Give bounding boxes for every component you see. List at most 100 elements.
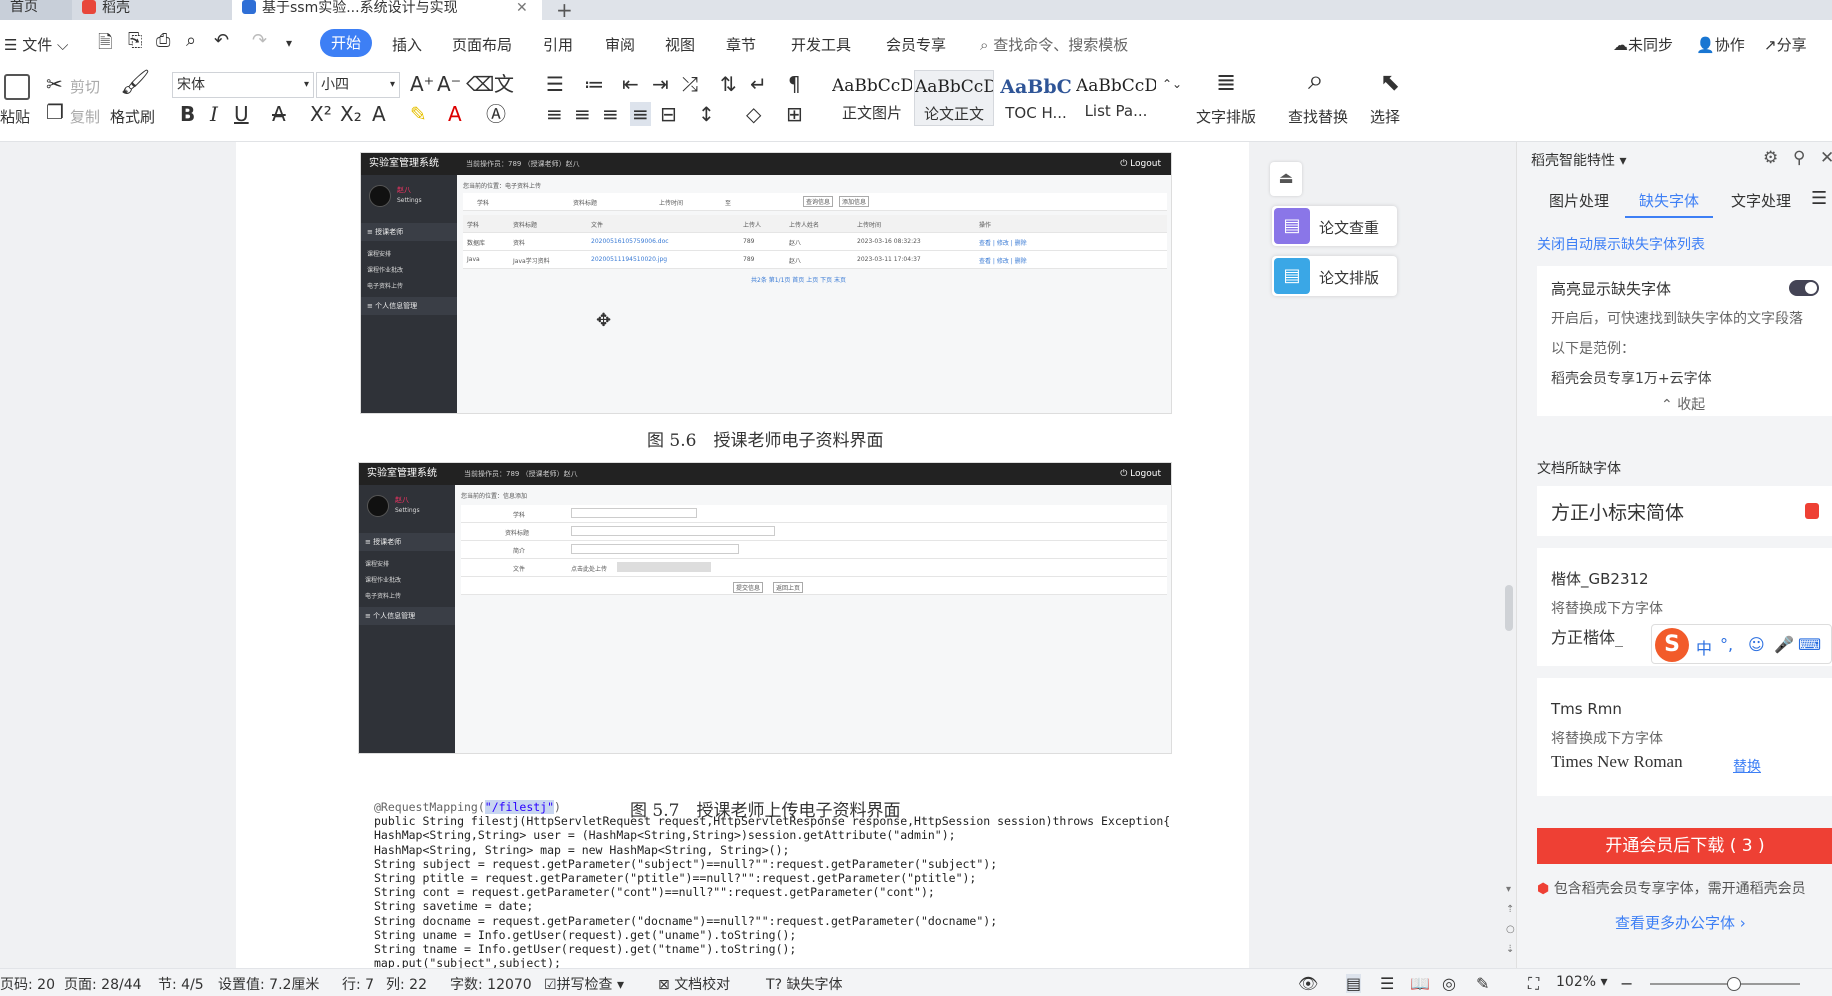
zoom-slider-handle[interactable] [1727, 977, 1741, 991]
missing-font-item[interactable]: 方正小标宋简体 [1537, 486, 1832, 536]
menu-file[interactable]: ☰ 文件 ⌵ [4, 34, 68, 55]
text-layout-button[interactable]: 文字排版 [1196, 106, 1256, 127]
save-icon[interactable]: 🗎 [98, 30, 112, 60]
status-words[interactable]: 字数: 12070 [450, 974, 532, 994]
copy-button[interactable]: 复制 [70, 106, 100, 127]
proofread-button[interactable]: ⊠ 文档校对 [658, 974, 730, 994]
style-image-body[interactable]: AaBbCcDd 正文图片 [832, 70, 912, 126]
zoom-select[interactable]: 102% ▾ [1556, 974, 1608, 990]
shrink-font-icon[interactable]: A⁻ [437, 74, 461, 94]
eye-protect-icon[interactable]: 👁 [1298, 974, 1318, 993]
bold-icon[interactable]: B [180, 104, 195, 124]
text-direction-icon[interactable]: ⤮ [682, 74, 698, 94]
line-break-icon[interactable]: ↵ [750, 74, 767, 94]
status-page[interactable]: 页面: 28/44 [64, 974, 142, 994]
share-button[interactable]: ↗分享 [1764, 34, 1807, 55]
shading-icon[interactable]: ◇ [746, 104, 761, 124]
menu-start[interactable]: 开始 [320, 29, 372, 57]
styles-scroll-icon[interactable]: ⌃⌄ [1162, 74, 1182, 94]
font-color-icon[interactable]: A [448, 104, 462, 124]
highlight-icon[interactable]: ✎ [410, 104, 427, 124]
menu-review[interactable]: 审阅 [605, 34, 635, 55]
font-name-select[interactable]: 宋体 ▾ [172, 72, 314, 98]
distribute-icon[interactable]: ⊟ [660, 104, 677, 124]
align-right-icon[interactable]: ≡ [602, 104, 619, 124]
fit-page-icon[interactable]: ⛶ [1528, 974, 1539, 994]
export-icon[interactable]: ⎘ [128, 30, 142, 51]
menu-page-layout[interactable]: 页面布局 [452, 34, 512, 55]
download-fonts-button[interactable]: 开通会员后下载 ( 3 ) [1537, 828, 1832, 864]
collab-button[interactable]: 👤协作 [1696, 34, 1745, 55]
sync-button[interactable]: ☁未同步 [1613, 34, 1673, 55]
tab-image-processing[interactable]: 图片处理 [1549, 190, 1609, 211]
format-painter-button[interactable]: 格式刷 [110, 106, 155, 127]
subscript-icon[interactable]: X₂ [340, 104, 362, 124]
missing-font-item[interactable]: Tms Rmn 将替换成下方字体 Times New Roman 替换 [1537, 678, 1832, 796]
bullet-list-icon[interactable]: ☰ [546, 74, 564, 94]
superscript-icon[interactable]: X² [310, 104, 332, 124]
paste-icon[interactable] [4, 74, 30, 100]
status-page-code[interactable]: 页码: 20 [0, 974, 55, 994]
cut-button[interactable]: 剪切 [70, 76, 100, 97]
decrease-indent-icon[interactable]: ⇤ [622, 74, 639, 94]
align-left-icon[interactable]: ≡ [546, 104, 563, 124]
replace-button[interactable]: 替换 [1733, 756, 1761, 776]
find-replace-button[interactable]: 查找替换 [1288, 106, 1348, 127]
collapse-float-button[interactable]: ⏏ [1270, 162, 1302, 196]
thesis-layout-button[interactable]: ▤ 论文排版 [1272, 256, 1397, 296]
command-search[interactable]: ⌕ 查找命令、搜索模板 [980, 34, 1128, 55]
menu-chapter[interactable]: 章节 [726, 34, 756, 55]
panel-title[interactable]: 稻壳智能特性 ▾ [1531, 150, 1626, 170]
read-view-icon[interactable]: 📖 [1410, 974, 1430, 993]
font-size-select[interactable]: 小四 ▾ [316, 72, 400, 98]
zoom-out-icon[interactable]: − [1620, 974, 1633, 993]
justify-icon[interactable]: ≡ [630, 102, 651, 126]
style-list-paragraph[interactable]: AaBbCcD List Pa... [1076, 70, 1156, 126]
redo-icon[interactable]: ↷ [252, 30, 267, 51]
outline-view-icon[interactable]: ☰ [1380, 974, 1394, 993]
close-panel-icon[interactable]: ✕ [1820, 148, 1832, 168]
select-button[interactable]: 选择 [1370, 106, 1400, 127]
ime-toolbar[interactable]: S 中 °, ☺ 🎤 ⌨ [1651, 624, 1832, 664]
close-auto-show-link[interactable]: 关闭自动展示缺失字体列表 [1537, 234, 1705, 254]
highlight-toggle[interactable] [1789, 280, 1819, 296]
tab-text-processing[interactable]: 文字处理 [1731, 190, 1791, 211]
number-list-icon[interactable]: ≔ [584, 74, 604, 94]
pen-icon[interactable]: ✎ [1476, 974, 1489, 993]
code-block[interactable]: @RequestMapping("/filestj") public String… [374, 800, 1234, 968]
line-spacing-icon[interactable]: ↕ [698, 104, 715, 124]
style-toc-heading[interactable]: AaBbC TOC H... [996, 70, 1076, 126]
menu-developer[interactable]: 开发工具 [791, 34, 851, 55]
pinyin-icon[interactable]: 文 [494, 74, 514, 94]
keyboard-icon[interactable]: ⌨ [1798, 635, 1821, 654]
tab-document[interactable]: 基于ssm实验...系统设计与实现 [232, 0, 542, 20]
ime-language[interactable]: 中 [1696, 635, 1712, 659]
microphone-icon[interactable]: 🎤 [1774, 635, 1794, 654]
emoji-icon[interactable]: ☺ [1748, 635, 1765, 654]
scroll-nav-icons[interactable]: ▾ ⇡ ○ ⇣ [1506, 880, 1515, 960]
print-icon[interactable]: ⎙ [156, 30, 170, 51]
underline-icon[interactable]: U [234, 104, 249, 124]
gear-icon[interactable]: ⚙ [1763, 148, 1778, 168]
pin-icon[interactable]: ⚲ [1793, 148, 1805, 168]
menu-member[interactable]: 会员专享 [886, 34, 946, 55]
tab-missing-fonts[interactable]: 缺失字体 [1639, 190, 1699, 211]
grow-font-icon[interactable]: A⁺ [410, 74, 434, 94]
strikethrough-icon[interactable]: A [272, 104, 286, 124]
quick-access-dropdown-icon[interactable]: ▾ [286, 36, 292, 50]
zoom-slider[interactable] [1650, 983, 1800, 985]
align-center-icon[interactable]: ≡ [574, 104, 591, 124]
char-border-icon[interactable]: Ⓐ [486, 104, 506, 124]
collapse-link[interactable]: ⌃ 收起 [1661, 394, 1705, 414]
menu-view[interactable]: 视图 [665, 34, 695, 55]
borders-icon[interactable]: ⊞ [786, 104, 803, 124]
spell-check-button[interactable]: ☑拼写检查 ▾ [544, 974, 624, 994]
menu-insert[interactable]: 插入 [392, 34, 422, 55]
more-fonts-link[interactable]: 查看更多办公字体 › [1615, 912, 1746, 933]
more-menu-icon[interactable]: ☰ [1811, 188, 1827, 209]
increase-indent-icon[interactable]: ⇥ [652, 74, 669, 94]
style-thesis-body[interactable]: AaBbCcD 论文正文 [914, 70, 994, 126]
show-marks-icon[interactable]: ¶ [788, 74, 801, 94]
undo-icon[interactable]: ↶ [214, 30, 229, 51]
sort-icon[interactable]: ⇅ [720, 74, 737, 94]
